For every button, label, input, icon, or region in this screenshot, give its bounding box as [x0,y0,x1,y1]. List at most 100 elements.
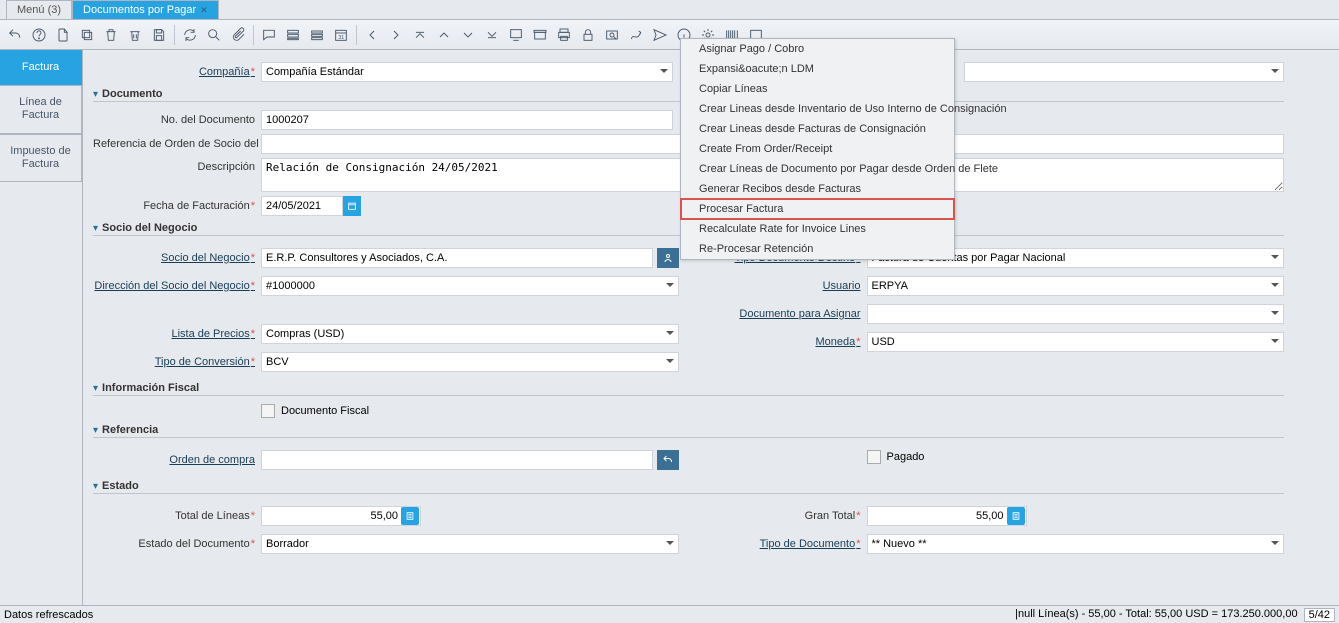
menu-item-crear-inv-consignacion[interactable]: Crear Lineas desde Inventario de Uso Int… [681,99,954,119]
input-no-doc[interactable] [261,110,673,130]
orden-compra-reset-button[interactable] [657,450,679,470]
select-bp-addr[interactable]: #1000000 [261,276,679,296]
sidebar-item-label: Factura [22,61,59,74]
input-bp[interactable] [261,248,653,268]
company-select[interactable]: Compañía Estándar [261,62,673,82]
checkbox-doc-fiscal[interactable]: Documento Fiscal [261,404,369,418]
section-fiscal[interactable]: ▾ Información Fiscal [93,382,1284,396]
menu-item-procesar-factura[interactable]: Procesar Factura [681,199,954,219]
tab-close-icon[interactable]: ✕ [200,5,208,16]
menu-item-reprocesar-retencion[interactable]: Re-Procesar Retención [681,239,954,259]
checkbox-icon [261,404,275,418]
save-button[interactable] [148,24,170,46]
menu-item-create-from-order[interactable]: Create From Order/Receipt [681,139,954,159]
label-company[interactable]: Compañía [93,66,257,78]
toolbar: 31 [0,20,1339,50]
svg-text:31: 31 [338,35,344,41]
refresh-button[interactable] [179,24,201,46]
label-conv-type[interactable]: Tipo de Conversión [93,356,257,368]
zoom-across-button[interactable] [601,24,623,46]
section-title: Documento [102,88,163,100]
new-button[interactable] [52,24,74,46]
delete-button[interactable] [100,24,122,46]
calculator-icon[interactable] [1007,507,1025,525]
label-description: Descripción [93,158,257,173]
label-moneda[interactable]: Moneda [699,336,863,348]
label-orden-compra[interactable]: Orden de compra [93,454,257,466]
collapse-icon: ▾ [93,481,98,492]
up-record-button[interactable] [433,24,455,46]
checkbox-pagado[interactable]: Pagado [867,450,925,464]
input-orden-compra[interactable] [261,450,653,470]
sidebar-item-label: Impuesto de Factura [4,145,77,171]
first-record-button[interactable] [409,24,431,46]
copy-button[interactable] [76,24,98,46]
label-ref-order: Referencia de Orden de Socio del Negocio [93,138,257,150]
prev-record-button[interactable] [361,24,383,46]
last-record-button[interactable] [481,24,503,46]
label-bp[interactable]: Socio del Negocio [93,252,257,264]
section-referencia[interactable]: ▾ Referencia [93,424,1284,438]
menu-item-recalculate-rate[interactable]: Recalculate Rate for Invoice Lines [681,219,954,239]
select-usuario[interactable]: ERPYA [867,276,1285,296]
menu-item-generar-recibos[interactable]: Generar Recibos desde Facturas [681,179,954,199]
collapse-icon: ▾ [93,223,98,234]
workflow-button[interactable] [625,24,647,46]
tab-documentos-por-pagar[interactable]: Documentos por Pagar ✕ [72,0,219,19]
attachment-button[interactable] [227,24,249,46]
help-button[interactable] [28,24,50,46]
select-tipo-doc[interactable]: ** Nuevo ** [867,534,1285,554]
label-price-list[interactable]: Lista de Precios [93,328,257,340]
report-button[interactable] [505,24,527,46]
menu-item-crear-fact-consignacion[interactable]: Crear Lineas desde Facturas de Consignac… [681,119,954,139]
label-tipo-doc[interactable]: Tipo de Documento [699,538,863,550]
process-menu: Asignar Pago / Cobro Expansi&oacute;n LD… [680,38,955,260]
input-inv-date[interactable] [261,196,343,216]
select-moneda[interactable]: USD [867,332,1285,352]
delete-selection-button[interactable] [124,24,146,46]
input-total-lineas[interactable] [261,506,421,526]
label-estado-doc: Estado del Documento [93,538,257,550]
section-estado[interactable]: ▾ Estado [93,480,1284,494]
input-gran-total[interactable] [867,506,1027,526]
label-no-doc: No. del Documento [93,114,257,126]
menu-item-expansion-ldm[interactable]: Expansi&oacute;n LDM [681,59,954,79]
sidebar-item-impuesto-factura[interactable]: Impuesto de Factura [0,134,82,182]
collapse-icon: ▾ [93,89,98,100]
menu-item-asignar-pago[interactable]: Asignar Pago / Cobro [681,39,954,59]
select-estado-doc[interactable]: Borrador [261,534,679,554]
toggle-view-button[interactable] [282,24,304,46]
calendar-button[interactable]: 31 [330,24,352,46]
bp-info-button[interactable] [657,248,679,268]
select-price-list[interactable]: Compras (USD) [261,324,679,344]
undo-button[interactable] [4,24,26,46]
next-record-button[interactable] [385,24,407,46]
request-button[interactable] [649,24,671,46]
label-doc-assign[interactable]: Documento para Asignar [699,308,863,320]
grid-lines-button[interactable] [306,24,328,46]
menu-item-copiar-lineas[interactable]: Copiar Líneas [681,79,954,99]
calendar-icon[interactable] [343,196,361,216]
checkbox-label: Pagado [887,451,925,463]
search-button[interactable] [203,24,225,46]
down-record-button[interactable] [457,24,479,46]
select-doc-assign[interactable] [867,304,1285,324]
sidebar-item-factura[interactable]: Factura [0,50,82,85]
chat-button[interactable] [258,24,280,46]
print-button[interactable] [553,24,575,46]
checkbox-icon [867,450,881,464]
archive-button[interactable] [529,24,551,46]
tab-menu[interactable]: Menú (3) [6,0,72,19]
select-conv-type[interactable]: BCV [261,352,679,372]
label-usuario[interactable]: Usuario [699,280,863,292]
checkbox-label: Documento Fiscal [281,405,369,417]
sidebar-item-linea-factura[interactable]: Línea de Factura [0,85,82,133]
section-title: Referencia [102,424,158,436]
label-bp-addr[interactable]: Dirección del Socio del Negocio [93,280,257,292]
lock-button[interactable] [577,24,599,46]
org-select[interactable] [964,62,1284,82]
menu-item-crear-orden-flete[interactable]: Crear Líneas de Documento por Pagar desd… [681,159,954,179]
calculator-icon[interactable] [401,507,419,525]
sidebar-item-label: Línea de Factura [4,96,77,122]
date-invoice[interactable] [261,196,361,216]
